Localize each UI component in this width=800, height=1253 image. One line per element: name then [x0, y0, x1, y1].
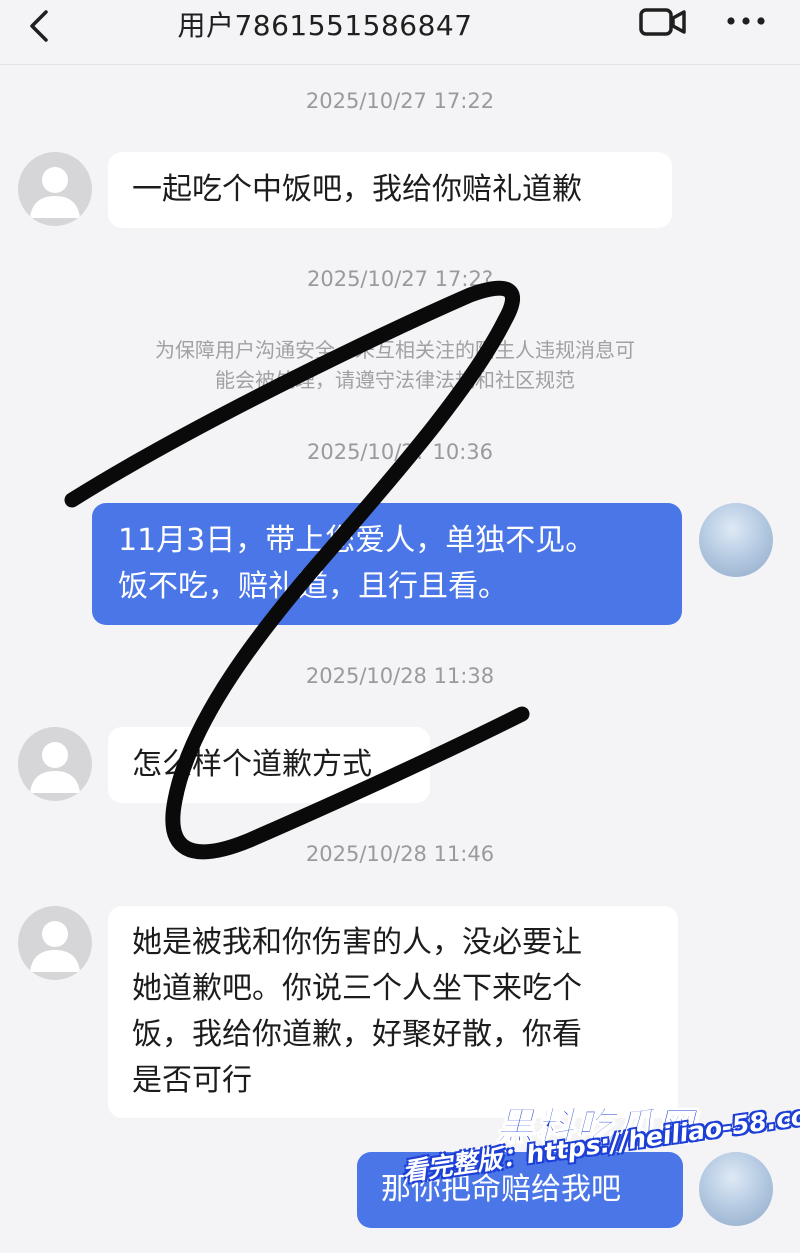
message-bubble-incoming[interactable]: 她是被我和你伤害的人，没必要让 她道歉吧。你说三个人坐下来吃个 饭，我给你道歉，… [108, 906, 678, 1118]
my-avatar[interactable] [699, 1152, 773, 1226]
message-text: 饭，我给你道歉，好聚好散，你看 [132, 1017, 582, 1052]
more-dots-icon[interactable] [724, 6, 768, 36]
default-user-icon [30, 742, 80, 793]
contact-avatar[interactable] [18, 727, 92, 801]
timestamp: 2025/10/2? 10:36 [306, 440, 494, 464]
timestamp: 2025/10/28 11:38 [305, 664, 495, 688]
chat-title: 用户7861551586847 [177, 9, 473, 42]
my-avatar[interactable] [699, 503, 773, 577]
system-notice: 为保障用户沟通安全，未互相关注的陌生人违规消息可 能会被处理，请遵守法律法规和社… [90, 335, 700, 395]
message-text: 她道歉吧。你说三个人坐下来吃个 [132, 971, 582, 1006]
message-text: 那你把命赔给我吧 [381, 1172, 621, 1207]
message-text: 11月3日，带上您爱人，单独不见。 [118, 523, 596, 558]
contact-avatar[interactable] [18, 152, 92, 226]
contact-avatar[interactable] [18, 906, 92, 980]
message-text: 饭不吃，赔礼道，且行且看。 [118, 569, 508, 604]
message-bubble-incoming[interactable]: 一起吃个中饭吧，我给你赔礼道歉 [108, 152, 672, 228]
message-bubble-incoming[interactable]: 怎么样个道歉方式 [108, 727, 430, 803]
timestamp: 2025/10/27 17:22 [305, 89, 495, 113]
message-text: 一起吃个中饭吧，我给你赔礼道歉 [132, 172, 582, 207]
message-bubble-outgoing[interactable]: 11月3日，带上您爱人，单独不见。 饭不吃，赔礼道，且行且看。 [92, 503, 682, 625]
chat-header: 用户7861551586847 [0, 0, 800, 65]
video-call-icon[interactable] [638, 4, 688, 40]
default-user-icon [30, 167, 80, 218]
message-text: 怎么样个道歉方式 [132, 747, 372, 782]
message-bubble-outgoing[interactable]: 那你把命赔给我吧 [357, 1152, 683, 1228]
notice-line: 为保障用户沟通安全，未互相关注的陌生人违规消息可 [155, 338, 635, 362]
message-text: 她是被我和你伤害的人，没必要让 [132, 925, 582, 960]
message-text: 是否可行 [132, 1063, 252, 1098]
timestamp: 2025/10/27 17:2? [306, 267, 494, 291]
default-user-icon [30, 921, 80, 972]
notice-line: 能会被处理，请遵守法律法规和社区规范 [215, 368, 575, 392]
timestamp: 2025/10/28 11:46 [305, 842, 495, 866]
